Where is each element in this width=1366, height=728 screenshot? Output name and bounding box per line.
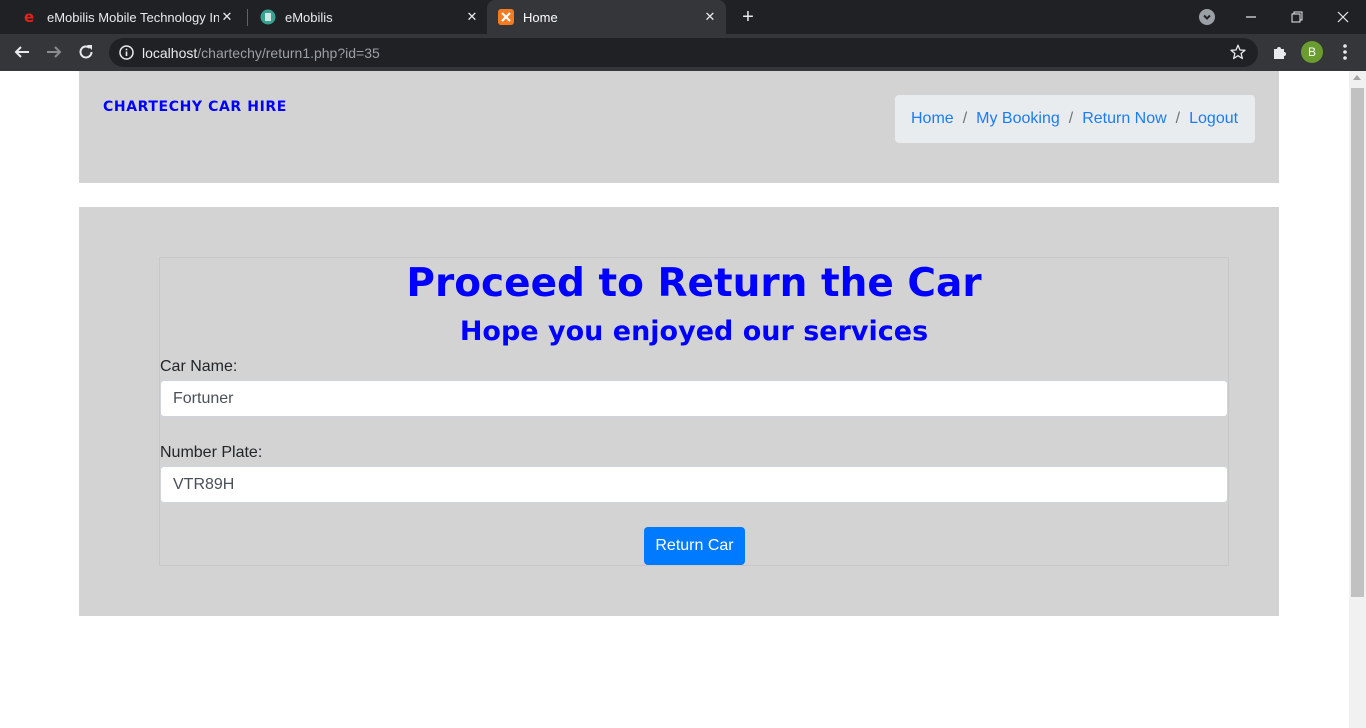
- bookmark-star-icon[interactable]: [1230, 44, 1246, 60]
- return-car-button[interactable]: Return Car: [644, 527, 745, 565]
- scroll-up-arrow-icon[interactable]: [1353, 75, 1361, 80]
- page-subtitle: Hope you enjoyed our services: [459, 316, 929, 347]
- tab-home[interactable]: Home ✕: [487, 0, 726, 34]
- nav-my-booking[interactable]: My Booking: [976, 110, 1060, 128]
- url-path: /chartechy/return1.php?id=35: [197, 45, 380, 61]
- site-info-icon[interactable]: [119, 45, 134, 60]
- page-title: Proceed to Return the Car: [406, 261, 982, 306]
- breadcrumb-separator: /: [962, 110, 968, 127]
- site-header: CHARTECHY CAR HIRE Home / My Booking / R…: [79, 71, 1279, 183]
- car-name-value: Fortuner: [173, 389, 234, 407]
- xampp-icon: [498, 9, 514, 25]
- address-bar[interactable]: localhost/chartechy/return1.php?id=35: [109, 38, 1258, 67]
- forward-arrow-icon[interactable]: [42, 40, 66, 64]
- tab-title: eMobilis Mobile Technology Instit: [47, 9, 219, 25]
- tab-divider: [247, 9, 248, 26]
- return-car-form: Proceed to Return the Car Hope you enjoy…: [159, 257, 1229, 566]
- car-name-field[interactable]: Fortuner: [160, 380, 1228, 417]
- emobilis-e-icon: e: [22, 9, 38, 25]
- page-scrollbar[interactable]: [1349, 71, 1366, 728]
- tab-emobilis-institute[interactable]: e eMobilis Mobile Technology Instit ✕: [8, 0, 241, 34]
- url-text: localhost/chartechy/return1.php?id=35: [142, 45, 380, 61]
- reload-icon[interactable]: [74, 40, 98, 64]
- breadcrumb: Home / My Booking / Return Now / Logout: [895, 95, 1255, 143]
- url-host: localhost: [142, 45, 198, 61]
- number-plate-value: VTR89H: [173, 475, 235, 493]
- svg-text:e: e: [24, 9, 34, 25]
- emobilis-globe-icon: [260, 9, 276, 25]
- return-panel: Proceed to Return the Car Hope you enjoy…: [79, 207, 1279, 616]
- nav-return-now[interactable]: Return Now: [1082, 110, 1166, 128]
- close-icon[interactable]: ✕: [702, 9, 718, 25]
- nav-logout[interactable]: Logout: [1189, 110, 1238, 128]
- close-icon[interactable]: ✕: [464, 9, 480, 25]
- breadcrumb-separator: /: [1175, 110, 1181, 127]
- tab-search-icon[interactable]: [1199, 9, 1215, 25]
- new-tab-icon[interactable]: +: [738, 7, 758, 27]
- close-icon[interactable]: ✕: [219, 9, 235, 25]
- number-plate-field[interactable]: VTR89H: [160, 466, 1228, 503]
- car-name-label: Car Name:: [160, 358, 238, 375]
- number-plate-label: Number Plate:: [160, 444, 263, 461]
- back-arrow-icon[interactable]: [10, 40, 34, 64]
- tab-title: eMobilis: [285, 9, 333, 25]
- tab-title: Home: [523, 9, 558, 25]
- browser-toolbar: localhost/chartechy/return1.php?id=35 B: [0, 34, 1366, 71]
- extensions-puzzle-icon[interactable]: [1270, 42, 1290, 62]
- scrollbar-thumb[interactable]: [1351, 88, 1364, 597]
- site-brand: CHARTECHY CAR HIRE: [103, 99, 287, 115]
- profile-avatar[interactable]: B: [1301, 41, 1323, 63]
- menu-dots-icon[interactable]: [1335, 42, 1355, 62]
- restore-icon[interactable]: [1274, 0, 1320, 34]
- nav-home[interactable]: Home: [911, 110, 954, 128]
- close-window-icon[interactable]: [1320, 0, 1366, 34]
- minimize-icon[interactable]: [1228, 0, 1274, 34]
- breadcrumb-separator: /: [1068, 110, 1074, 127]
- tab-emobilis[interactable]: eMobilis ✕: [250, 0, 486, 34]
- page-viewport: CHARTECHY CAR HIRE Home / My Booking / R…: [0, 71, 1349, 728]
- browser-tab-bar: e eMobilis Mobile Technology Instit ✕ eM…: [0, 0, 1366, 34]
